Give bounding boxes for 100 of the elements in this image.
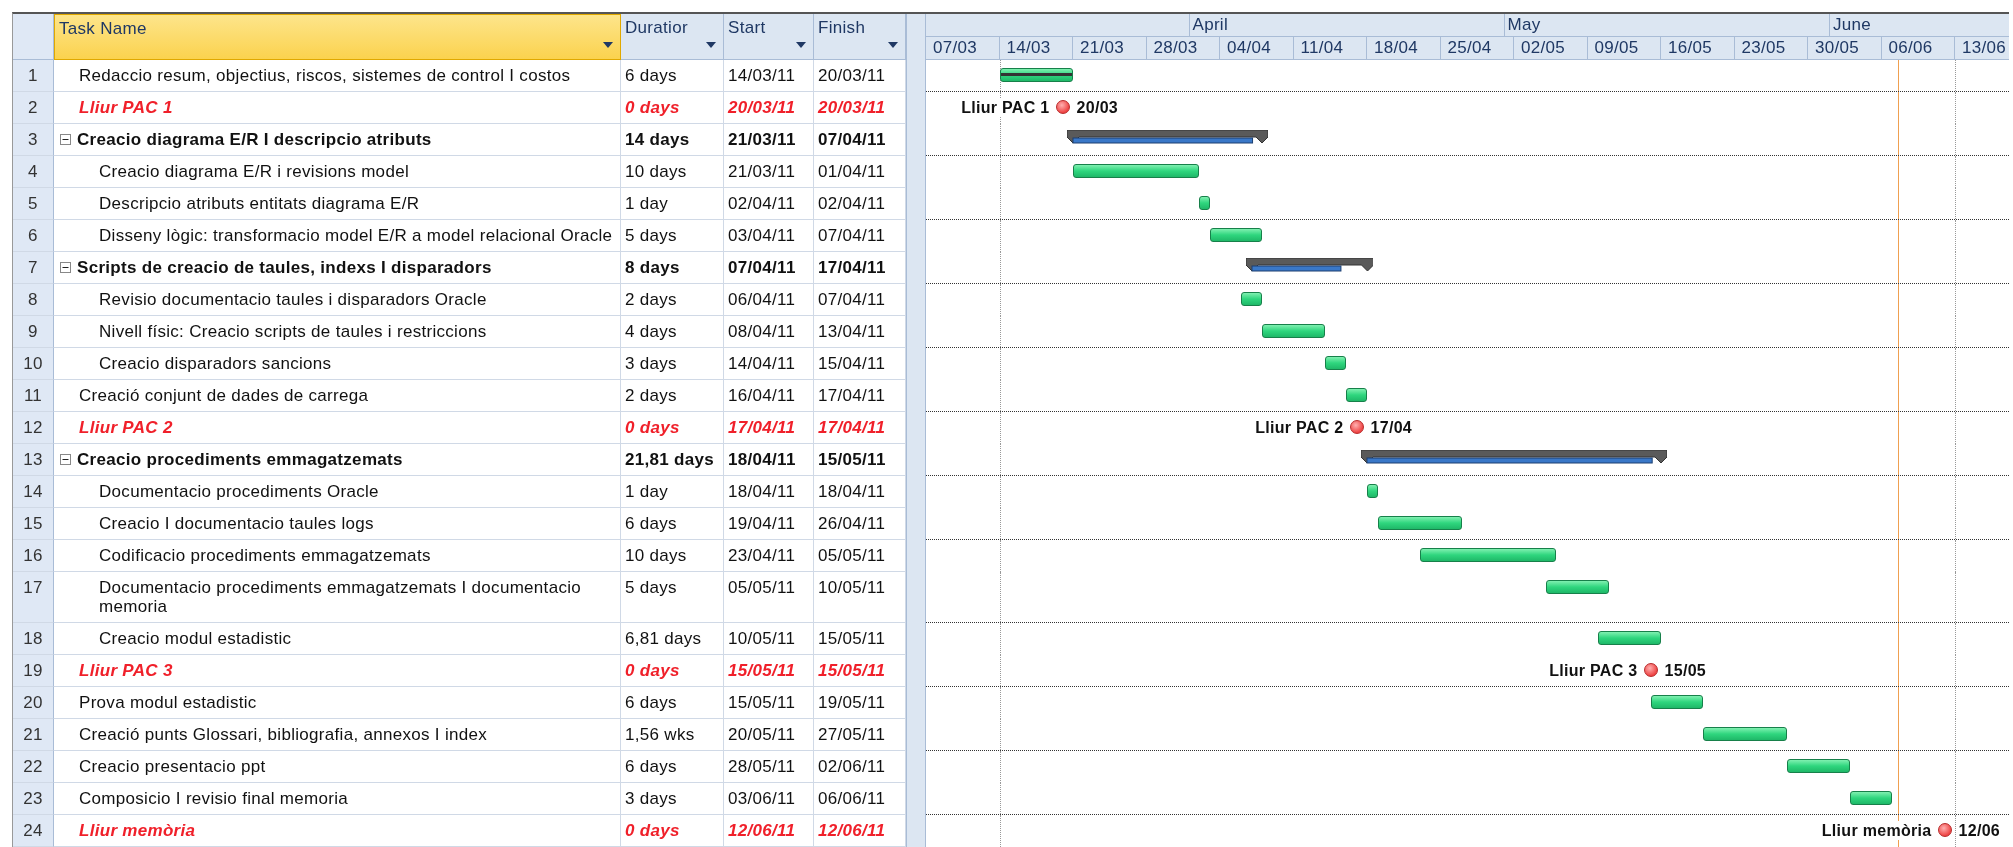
column-header[interactable]: Start — [724, 14, 814, 60]
week-label: 21/03 — [1073, 37, 1147, 59]
task-bar[interactable] — [1650, 695, 1703, 709]
column-header[interactable]: Task Name — [54, 14, 621, 60]
week-label: 02/05 — [1514, 37, 1588, 59]
duration-cell: 0 days — [621, 92, 724, 124]
start-date-cell: 03/04/11 — [724, 220, 814, 252]
row-number: 14 — [13, 476, 54, 508]
week-label: 16/05 — [1661, 37, 1735, 59]
row-number: 16 — [13, 540, 54, 572]
task-name: Lliur PAC 1 — [79, 98, 173, 117]
week-label: 14/03 — [999, 37, 1073, 59]
collapse-icon[interactable] — [60, 134, 71, 145]
duration-cell: 5 days — [621, 220, 724, 252]
row-number: 7 — [13, 252, 54, 284]
week-label: 18/04 — [1367, 37, 1441, 59]
row-number: 18 — [13, 623, 54, 655]
start-date-cell: 28/05/11 — [724, 751, 814, 783]
row-number: 23 — [13, 783, 54, 815]
row-number: 17 — [13, 572, 54, 623]
row-number: 9 — [13, 316, 54, 348]
start-date-cell: 15/05/11 — [724, 655, 814, 687]
week-label: 13/06 — [1955, 37, 2009, 59]
task-name: Documentacio procediments emmagatzemats I documentacio memoria — [99, 578, 583, 616]
start-date-cell: 12/06/11 — [724, 815, 814, 847]
row-number: 2 — [13, 92, 54, 124]
milestone-label: Lliur PAC 1 — [961, 98, 1050, 117]
start-date-cell: 16/04/11 — [724, 380, 814, 412]
milestone-marker[interactable] — [1937, 823, 1952, 837]
task-name: Prova modul estadistic — [79, 693, 257, 712]
duration-cell: 6 days — [621, 508, 724, 540]
row-number: 13 — [13, 444, 54, 476]
dropdown-caret-icon[interactable] — [603, 42, 613, 48]
duration-cell: 6,81 days — [621, 623, 724, 655]
task-name: Creacio diagrama E/R i revisions model — [99, 162, 409, 181]
duration-cell: 1,56 wks — [621, 719, 724, 751]
start-date-cell: 21/03/11 — [724, 156, 814, 188]
row-number: 3 — [13, 124, 54, 156]
task-name: Creacio disparadors sancions — [99, 354, 332, 373]
duration-cell: 10 days — [621, 156, 724, 188]
start-date-cell: 03/06/11 — [724, 783, 814, 815]
task-name: Creació punts Glossari, bibliografia, annexos I index — [79, 725, 488, 744]
task-name: Creacio presentacio ppt — [79, 757, 266, 776]
duration-cell: 5 days — [621, 572, 724, 623]
start-date-cell: 19/04/11 — [724, 508, 814, 540]
duration-cell: 2 days — [621, 284, 724, 316]
dropdown-caret-icon[interactable] — [706, 42, 716, 48]
task-name: Codificacio procediments emmagatzemats — [99, 546, 431, 565]
task-name: Redaccio resum, objectius, riscos, sistemes de control I costos — [79, 66, 571, 85]
duration-cell: 3 days — [621, 783, 724, 815]
duration-cell: 8 days — [621, 252, 724, 284]
row-number: 20 — [13, 687, 54, 719]
task-bar[interactable] — [1209, 228, 1262, 242]
row-number: 5 — [13, 188, 54, 220]
start-date-cell: 18/04/11 — [724, 476, 814, 508]
milestone-marker[interactable] — [1055, 100, 1070, 114]
task-name: Lliur PAC 3 — [79, 661, 173, 680]
task-name: Creacio procediments emmagatzemats — [77, 450, 403, 469]
task-name: Creacio modul estadistic — [99, 629, 292, 648]
row-number: 22 — [13, 751, 54, 783]
task-name: Documentacio procediments Oracle — [99, 482, 379, 501]
task-name: Lliur PAC 2 — [79, 418, 173, 437]
column-header[interactable]: Duratior — [621, 14, 724, 60]
summary-bar[interactable] — [1245, 258, 1373, 272]
task-name: Creació conjunt de dades de carrega — [79, 386, 369, 405]
summary-bar[interactable] — [1067, 130, 1268, 144]
task-name: Creacio diagrama E/R I descripcio atributs — [77, 130, 432, 149]
week-label: 11/04 — [1293, 37, 1367, 59]
dropdown-caret-icon[interactable] — [796, 42, 806, 48]
milestone-marker[interactable] — [1349, 420, 1364, 434]
task-name: Descripcio atributs entitats diagrama E/R — [99, 194, 420, 213]
milestone-label: Lliur memòria — [1821, 821, 1932, 840]
week-label: 06/06 — [1881, 37, 1955, 59]
week-label: 23/05 — [1734, 37, 1808, 59]
task-name: Composicio I revisio final memoria — [79, 789, 349, 808]
week-label: 04/04 — [1220, 37, 1294, 59]
column-header[interactable]: Finish — [814, 14, 906, 60]
task-bar[interactable] — [1199, 196, 1210, 210]
start-date-cell: 18/04/11 — [724, 444, 814, 476]
collapse-icon[interactable] — [60, 262, 71, 273]
start-date-cell: 21/03/11 — [724, 124, 814, 156]
milestone-marker[interactable] — [1643, 663, 1658, 677]
task-bar[interactable] — [1367, 484, 1378, 498]
row-number: 12 — [13, 412, 54, 444]
task-bar[interactable] — [999, 68, 1073, 82]
start-date-cell: 20/05/11 — [724, 719, 814, 751]
month-label: May — [1503, 14, 1808, 36]
week-label: 25/04 — [1440, 37, 1514, 59]
start-date-cell: 14/03/11 — [724, 60, 814, 92]
dropdown-caret-icon[interactable] — [888, 42, 898, 48]
task-name: Lliur memòria — [79, 821, 196, 840]
duration-cell: 10 days — [621, 540, 724, 572]
duration-cell: 6 days — [621, 751, 724, 783]
row-number: 4 — [13, 156, 54, 188]
task-name: Creacio I documentacio taules logs — [99, 514, 374, 533]
duration-cell: 21,81 days — [621, 444, 724, 476]
start-date-cell: 05/05/11 — [724, 572, 814, 623]
duration-cell: 1 day — [621, 476, 724, 508]
task-name: Disseny lògic: transformacio model E/R a model relacional Oracle — [99, 226, 613, 245]
collapse-icon[interactable] — [60, 454, 71, 465]
